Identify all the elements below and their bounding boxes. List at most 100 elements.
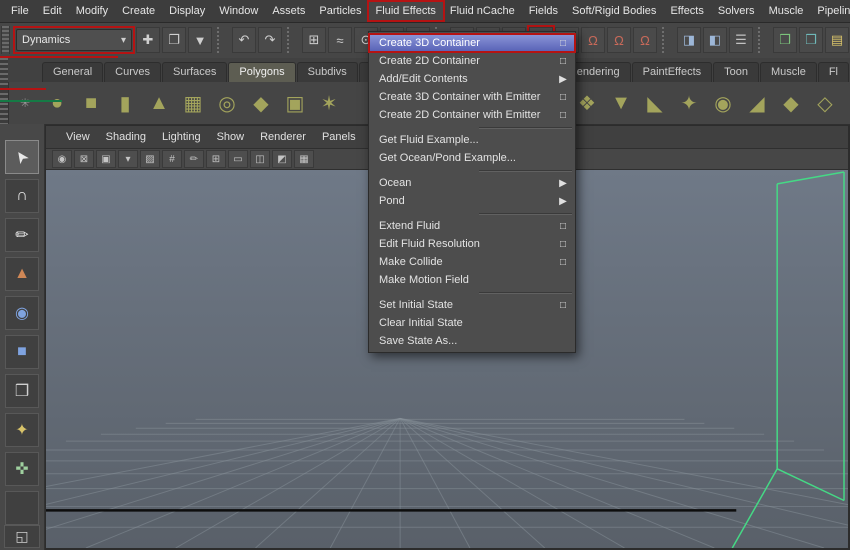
menubar-fluid-ncache[interactable]: Fluid nCache <box>443 2 522 20</box>
panel-menu-show[interactable]: Show <box>209 129 253 145</box>
shelf-menu-icon[interactable]: ✳ <box>10 86 40 120</box>
toolbar-divider[interactable] <box>662 27 672 53</box>
menubar-effects[interactable]: Effects <box>663 2 710 20</box>
soft-modification-icon[interactable]: ✦ <box>5 413 39 447</box>
smooth-mesh-icon[interactable]: ◉ <box>706 86 740 120</box>
toolbar-divider[interactable] <box>217 27 227 53</box>
render-current-frame-icon[interactable]: ◨ <box>677 27 701 53</box>
menu-item-make-motion-field[interactable]: Make Motion Field <box>369 271 575 289</box>
menu-item-create-2d-container-with-emitter[interactable]: Create 2D Container with Emitter □ <box>369 106 575 124</box>
input-connections-icon[interactable]: ❒ <box>773 27 797 53</box>
render-settings-icon[interactable]: ☰ <box>729 27 753 53</box>
menu-item-save-state-as[interactable]: Save State As... <box>369 332 575 350</box>
camera-attributes-icon[interactable]: ▣ <box>96 150 116 168</box>
menu-item-clear-initial-state[interactable]: Clear Initial State <box>369 314 575 332</box>
bookmark-icon[interactable]: ▾ <box>118 150 138 168</box>
new-scene-icon[interactable]: ✚ <box>136 27 160 53</box>
script-editor-icon[interactable]: ▤ <box>825 27 849 53</box>
toolbar-divider[interactable] <box>758 27 768 53</box>
menubar-fluid-effects[interactable]: Fluid Effects <box>366 0 445 22</box>
poly-cone-icon[interactable]: ▲ <box>142 86 176 120</box>
resolution-gate-icon[interactable]: ◫ <box>250 150 270 168</box>
move-tool-icon[interactable]: ▲ <box>5 257 39 291</box>
gate-mask-icon[interactable]: ◩ <box>272 150 292 168</box>
menubar-assets[interactable]: Assets <box>265 2 312 20</box>
menubar-soft-rigid-bodies[interactable]: Soft/Rigid Bodies <box>565 2 663 20</box>
menubar-fields[interactable]: Fields <box>522 2 565 20</box>
extrude-icon[interactable]: ◢ <box>740 86 774 120</box>
menu-item-pond[interactable]: Pond ▶ <box>369 192 575 210</box>
universal-manipulator-icon[interactable]: ❒ <box>5 374 39 408</box>
menu-item-edit-fluid-resolution[interactable]: Edit Fluid Resolution □ <box>369 235 575 253</box>
save-scene-icon[interactable]: ▼ <box>188 27 212 53</box>
rotate-tool-icon[interactable]: ◉ <box>5 296 39 330</box>
toolbar-divider[interactable] <box>287 27 297 53</box>
menubar-window[interactable]: Window <box>212 2 265 20</box>
option-box-icon[interactable]: □ <box>556 300 570 311</box>
panel-menu-panels[interactable]: Panels <box>314 129 364 145</box>
menubar-file[interactable]: File <box>4 2 36 20</box>
menu-item-ocean[interactable]: Ocean ▶ <box>369 174 575 192</box>
field-chart-icon[interactable]: ▦ <box>294 150 314 168</box>
pan-zoom-icon[interactable]: # <box>162 150 182 168</box>
poly-prism-icon[interactable]: ▼ <box>604 86 638 120</box>
paint-select-tool-icon[interactable]: ✏ <box>5 218 39 252</box>
panel-menu-view[interactable]: View <box>58 129 98 145</box>
select-camera-icon[interactable]: ◉ <box>52 150 72 168</box>
undo-icon[interactable]: ↶ <box>232 27 256 53</box>
poly-plane-icon[interactable]: ▦ <box>176 86 210 120</box>
poly-pipe-icon[interactable]: ▣ <box>278 86 312 120</box>
scale-tool-icon[interactable]: ■ <box>5 335 39 369</box>
menu-item-extend-fluid[interactable]: Extend Fluid □ <box>369 217 575 235</box>
ipr-render-icon[interactable]: ◧ <box>703 27 727 53</box>
menu-item-add-edit-contents[interactable]: Add/Edit Contents ▶ <box>369 70 575 88</box>
film-gate-icon[interactable]: ▭ <box>228 150 248 168</box>
menuset-dropdown[interactable]: Dynamics ▾ <box>16 29 132 51</box>
submenu-arrow-icon[interactable]: ▶ <box>556 196 570 207</box>
shelf-tab-subdivs[interactable]: Subdivs <box>296 62 358 82</box>
output-connections-icon[interactable]: ❒ <box>799 27 823 53</box>
snap-to-grid-icon[interactable]: ⊞ <box>302 27 326 53</box>
menu-item-get-fluid-example[interactable]: Get Fluid Example... <box>369 131 575 149</box>
option-box-icon[interactable]: □ <box>556 221 570 232</box>
panel-menu-lighting[interactable]: Lighting <box>154 129 209 145</box>
shelf-tab-painteffects[interactable]: PaintEffects <box>631 62 713 82</box>
menubar-particles[interactable]: Particles <box>312 2 368 20</box>
option-box-icon[interactable]: □ <box>556 38 570 49</box>
panel-menu-shading[interactable]: Shading <box>98 129 154 145</box>
shelf-tab-curves[interactable]: Curves <box>104 62 161 82</box>
option-box-icon[interactable]: □ <box>556 92 570 103</box>
submenu-arrow-icon[interactable]: ▶ <box>556 178 570 189</box>
snap-magnet-icon[interactable]: Ω <box>633 27 657 53</box>
select-tool-icon[interactable]: ➤ <box>5 140 39 174</box>
sculpt-tool-icon[interactable]: ✦ <box>672 86 706 120</box>
menu-item-set-initial-state[interactable]: Set Initial State □ <box>369 296 575 314</box>
poly-cube-icon[interactable]: ■ <box>74 86 108 120</box>
snap-to-curve-icon[interactable]: ≈ <box>328 27 352 53</box>
submenu-arrow-icon[interactable]: ▶ <box>556 74 570 85</box>
menubar-solvers[interactable]: Solvers <box>711 2 762 20</box>
poly-helix-icon[interactable]: ✶ <box>312 86 346 120</box>
poly-cylinder-icon[interactable]: ▮ <box>108 86 142 120</box>
shelf-tab-toon[interactable]: Toon <box>713 62 759 82</box>
menubar-edit[interactable]: Edit <box>36 2 69 20</box>
grease-pencil-icon[interactable]: ✏ <box>184 150 204 168</box>
option-box-icon[interactable]: □ <box>556 239 570 250</box>
combine-icon[interactable]: ◇ <box>808 86 842 120</box>
menu-item-make-collide[interactable]: Make Collide □ <box>369 253 575 271</box>
shelf-tab-polygons[interactable]: Polygons <box>228 62 296 82</box>
poly-sphere-icon[interactable]: ● <box>40 86 74 120</box>
menubar-display[interactable]: Display <box>162 2 212 20</box>
poly-pyramid-tool-icon[interactable]: ◣ <box>638 86 672 120</box>
option-box-icon[interactable]: □ <box>556 56 570 67</box>
shelf-tab-surfaces[interactable]: Surfaces <box>161 62 228 82</box>
show-manipulator-icon[interactable]: ✜ <box>5 452 39 486</box>
redo-icon[interactable]: ↷ <box>258 27 282 53</box>
lock-camera-icon[interactable]: ⊠ <box>74 150 94 168</box>
panel-menu-renderer[interactable]: Renderer <box>252 129 314 145</box>
option-box-icon[interactable]: □ <box>556 257 570 268</box>
poly-pyramid-icon[interactable]: ◆ <box>244 86 278 120</box>
menu-item-create-3d-container[interactable]: Create 3D Container □ <box>368 33 576 53</box>
open-scene-icon[interactable]: ❐ <box>162 27 186 53</box>
shelf-tab-muscle[interactable]: Muscle <box>759 62 817 82</box>
